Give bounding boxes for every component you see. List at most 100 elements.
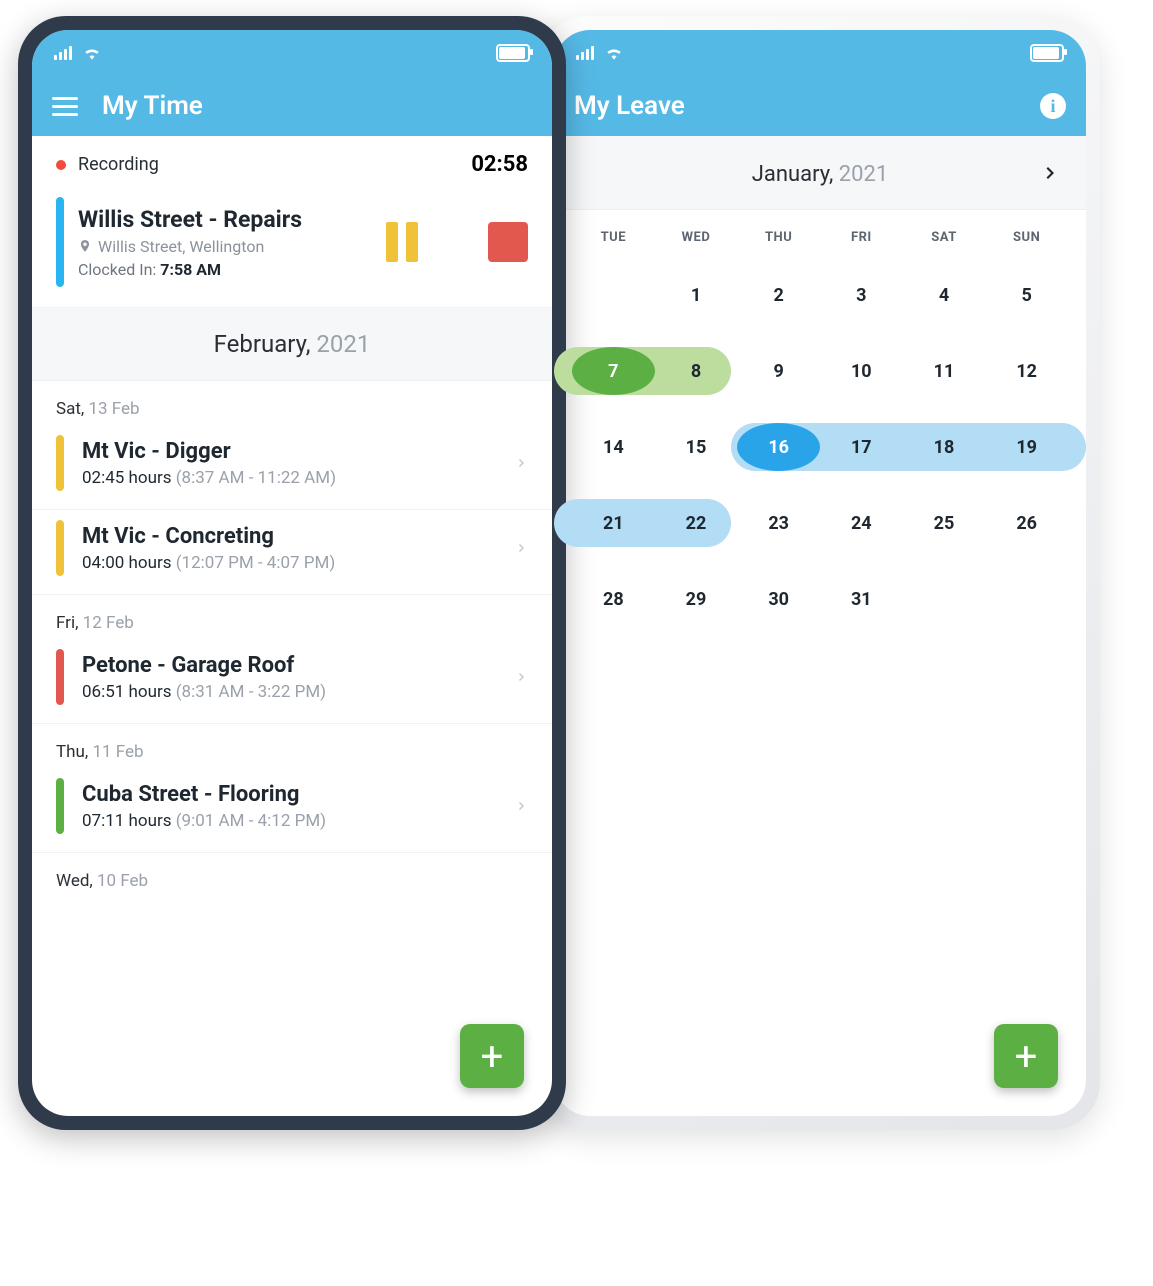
time-entry[interactable]: Mt Vic - Digger 02:45 hours (8:37 AM - 1… <box>32 425 552 510</box>
appbar-time: My Time <box>32 76 552 136</box>
day-dow: Sat, <box>56 399 88 419</box>
day-dow: Wed, <box>56 871 97 891</box>
calendar-day[interactable]: 24 <box>820 499 903 547</box>
chevron-right-icon <box>516 538 528 559</box>
day-date: 11 Feb <box>92 742 143 762</box>
dow-label: SAT <box>903 230 986 245</box>
recording-label: Recording <box>78 154 159 175</box>
time-entries-list: Sat, 13 Feb Mt Vic - Digger 02:45 hours … <box>32 381 552 897</box>
active-job-title: Willis Street - Repairs <box>78 206 366 233</box>
clocked-in-label: Clocked In: <box>78 260 156 279</box>
entry-hours: 04:00 hours <box>82 553 172 573</box>
calendar-month-header: January, 2021 <box>554 136 1086 210</box>
calendar-day <box>985 575 1068 623</box>
calendar-day[interactable]: 3 <box>820 271 903 319</box>
active-job-location: Willis Street, Wellington <box>98 237 264 256</box>
time-entry[interactable]: Mt Vic - Concreting 04:00 hours (12:07 P… <box>32 510 552 595</box>
calendar-day[interactable]: 16 <box>737 423 820 471</box>
signal-icon <box>54 46 72 60</box>
chevron-right-icon <box>516 453 528 474</box>
job-color-bar <box>56 197 64 287</box>
appbar-leave: My Leave i <box>554 76 1086 136</box>
month-header: February, 2021 <box>32 308 552 381</box>
entry-range: (9:01 AM - 4:12 PM) <box>176 811 326 831</box>
entry-title: Mt Vic - Concreting <box>82 524 498 549</box>
next-month-button[interactable] <box>1042 164 1060 186</box>
entry-color-bar <box>56 649 64 705</box>
chevron-right-icon <box>516 667 528 688</box>
calendar-day[interactable]: 30 <box>737 575 820 623</box>
appbar-title: My Time <box>102 91 532 121</box>
day-dow: Thu, <box>56 742 92 762</box>
calendar-day[interactable]: 9 <box>737 347 820 395</box>
active-job-card: Willis Street - Repairs Willis Street, W… <box>32 187 552 308</box>
calendar-day[interactable]: 23 <box>737 499 820 547</box>
day-label: Sat, 13 Feb <box>32 381 552 425</box>
entry-color-bar <box>56 435 64 491</box>
add-time-fab[interactable]: + <box>460 1024 524 1088</box>
time-entry[interactable]: Petone - Garage Roof 06:51 hours (8:31 A… <box>32 639 552 724</box>
clocked-in-time: 7:58 AM <box>160 260 221 279</box>
calendar-dow-row: TUEWEDTHUFRISATSUN <box>554 210 1086 253</box>
pause-button[interactable] <box>380 216 424 268</box>
recording-row: Recording 02:58 <box>32 136 552 187</box>
calendar-day[interactable]: 21 <box>572 499 655 547</box>
entry-title: Mt Vic - Digger <box>82 439 498 464</box>
screen-leave: My Leave i January, 2021 TUEWEDTHUFRISAT… <box>554 30 1086 1116</box>
phone-dark: My Time Recording 02:58 Willis Street - … <box>18 16 566 1130</box>
entry-range: (8:31 AM - 3:22 PM) <box>176 682 326 702</box>
calendar-day[interactable]: 28 <box>572 575 655 623</box>
calendar-day[interactable]: 18 <box>903 423 986 471</box>
calendar-day[interactable]: 22 <box>655 499 738 547</box>
calendar-day[interactable]: 11 <box>903 347 986 395</box>
calendar-day[interactable]: 10 <box>820 347 903 395</box>
record-dot-icon <box>56 160 66 170</box>
calendar-day[interactable]: 19 <box>985 423 1068 471</box>
entry-range: (12:07 PM - 4:07 PM) <box>176 553 336 573</box>
calendar-day[interactable]: 31 <box>820 575 903 623</box>
calendar-day[interactable]: 4 <box>903 271 986 319</box>
calendar-day[interactable]: 5 <box>985 271 1068 319</box>
calendar-day[interactable]: 17 <box>820 423 903 471</box>
calendar-day[interactable]: 12 <box>985 347 1068 395</box>
calendar-year: 2021 <box>839 162 888 187</box>
calendar-day[interactable]: 15 <box>655 423 738 471</box>
add-leave-fab[interactable]: + <box>994 1024 1058 1088</box>
calendar-day[interactable]: 8 <box>655 347 738 395</box>
month-name: February, <box>214 330 311 358</box>
info-icon[interactable]: i <box>1040 93 1066 119</box>
calendar-day[interactable]: 2 <box>737 271 820 319</box>
entry-hours: 06:51 hours <box>82 682 172 702</box>
statusbar <box>554 30 1086 76</box>
calendar-day[interactable]: 1 <box>655 271 738 319</box>
calendar-grid[interactable]: 1234578910111214151617181921222324252628… <box>554 253 1086 647</box>
calendar-day[interactable]: 7 <box>572 347 655 395</box>
day-label: Wed, 10 Feb <box>32 853 552 897</box>
day-dow: Fri, <box>56 613 83 633</box>
statusbar <box>32 30 552 76</box>
day-label: Thu, 11 Feb <box>32 724 552 768</box>
recording-elapsed: 02:58 <box>471 152 528 177</box>
day-date: 13 Feb <box>88 399 139 419</box>
entry-title: Cuba Street - Flooring <box>82 782 498 807</box>
day-label: Fri, 12 Feb <box>32 595 552 639</box>
screen-time: My Time Recording 02:58 Willis Street - … <box>32 30 552 1116</box>
calendar-day[interactable]: 29 <box>655 575 738 623</box>
calendar-day[interactable]: 26 <box>985 499 1068 547</box>
calendar-day <box>903 575 986 623</box>
phone-light: My Leave i January, 2021 TUEWEDTHUFRISAT… <box>540 16 1100 1130</box>
stop-button[interactable] <box>488 222 528 262</box>
calendar-day[interactable]: 14 <box>572 423 655 471</box>
battery-icon <box>496 44 530 62</box>
menu-icon[interactable] <box>52 97 78 116</box>
entry-color-bar <box>56 520 64 576</box>
wifi-icon <box>604 43 624 63</box>
dow-label: TUE <box>572 230 655 245</box>
dow-label: WED <box>655 230 738 245</box>
location-icon <box>78 239 92 253</box>
signal-icon <box>576 46 594 60</box>
calendar-month: January, <box>752 162 834 187</box>
time-entry[interactable]: Cuba Street - Flooring 07:11 hours (9:01… <box>32 768 552 853</box>
calendar-day[interactable]: 25 <box>903 499 986 547</box>
month-year: 2021 <box>316 330 370 358</box>
